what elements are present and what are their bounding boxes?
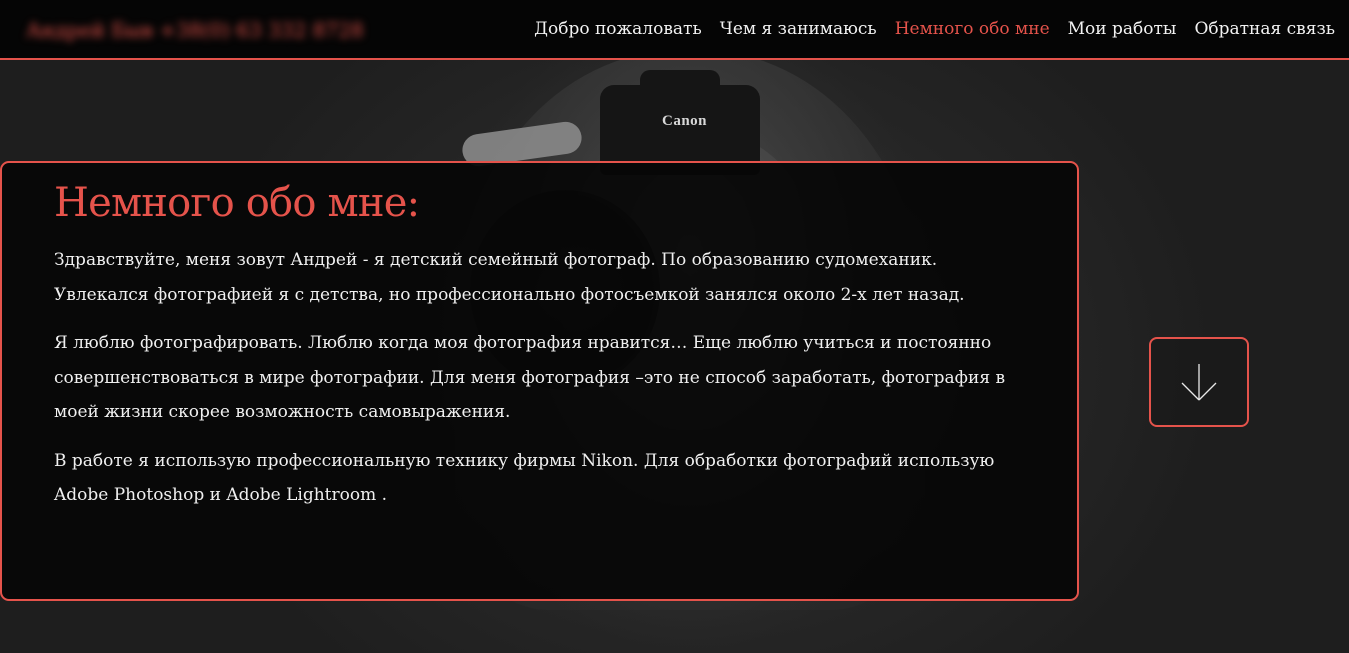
nav-item-contact[interactable]: Обратная связь: [1194, 19, 1335, 39]
hero-section: Canon Андрей Быв +38(0) 63 332 8728 Добр…: [0, 0, 1349, 653]
nav-item-about[interactable]: Немного обо мне: [895, 19, 1050, 39]
main-nav: Добро пожаловать Чем я занимаюсь Немного…: [534, 19, 1335, 39]
about-paragraph: Я люблю фотографировать. Люблю когда моя…: [54, 333, 1006, 422]
about-card: Немного обо мне: Здравствуйте, меня зову…: [0, 161, 1079, 601]
site-header: Андрей Быв +38(0) 63 332 8728 Добро пожа…: [0, 0, 1349, 60]
scroll-down-button[interactable]: [1149, 337, 1249, 427]
nav-item-services[interactable]: Чем я занимаюсь: [720, 19, 877, 39]
nav-item-portfolio[interactable]: Мои работы: [1068, 19, 1177, 39]
about-title: Немного обо мне:: [54, 180, 420, 226]
nav-item-welcome[interactable]: Добро пожаловать: [534, 19, 702, 39]
camera-brand-logo: Canon: [662, 113, 708, 129]
arrow-down-icon: [1181, 364, 1217, 401]
about-paragraph: Здравствуйте, меня зовут Андрей - я детс…: [54, 250, 965, 305]
site-brand[interactable]: Андрей Быв +38(0) 63 332 8728: [26, 18, 363, 42]
about-paragraph: В работе я использую профессиональную те…: [54, 450, 995, 506]
